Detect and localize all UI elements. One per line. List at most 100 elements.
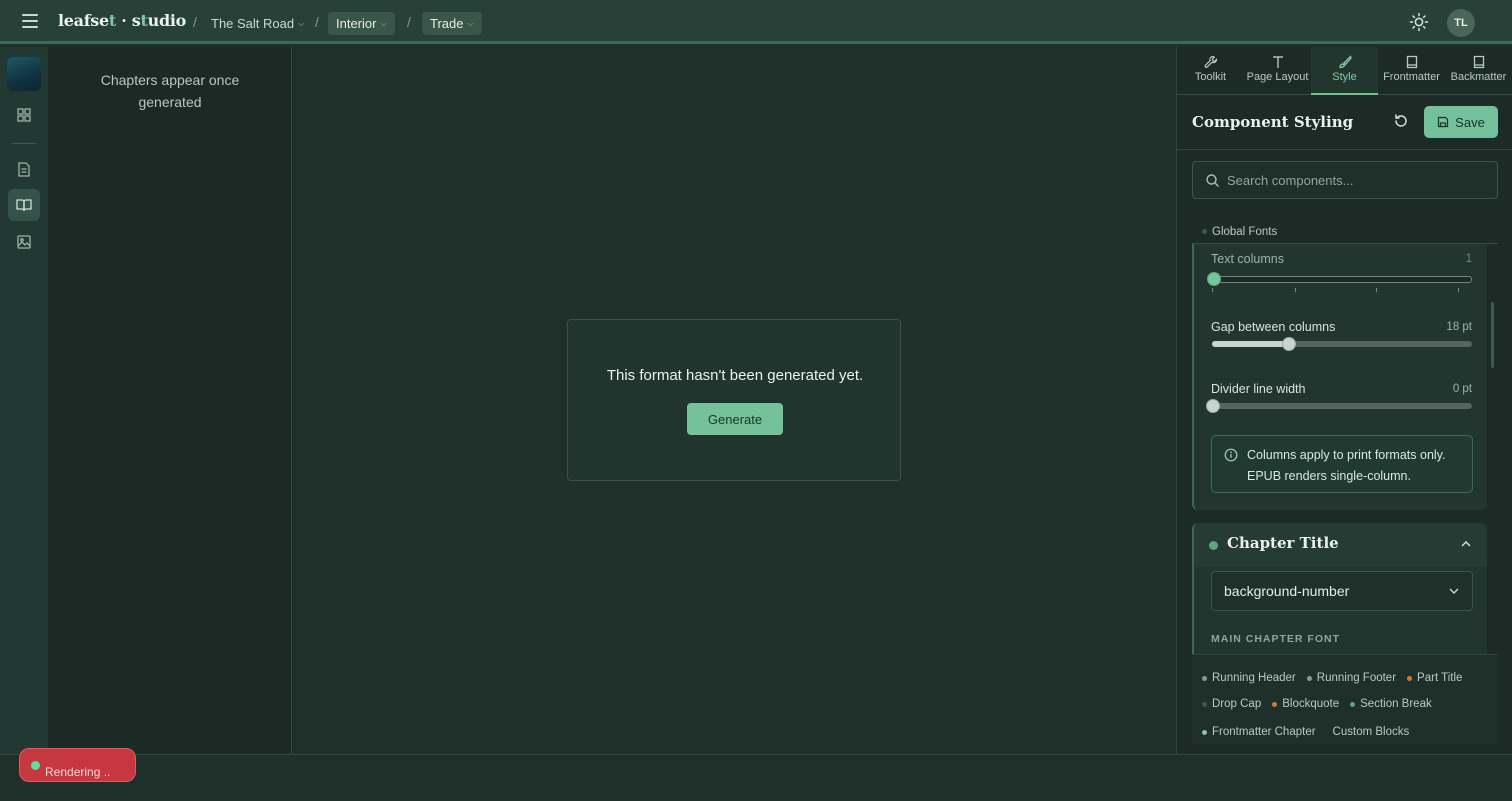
chip-label: Running Footer [1316, 672, 1397, 684]
chip-part-title[interactable]: Part Title [1407, 672, 1462, 684]
save-button[interactable]: Save [1424, 106, 1498, 138]
dashboard-icon[interactable] [8, 99, 40, 131]
tab-toolkit[interactable]: Toolkit [1177, 47, 1244, 95]
chip-label: Part Title [1417, 672, 1463, 684]
book-cover-thumbnail[interactable] [7, 57, 41, 91]
slider-tick [1376, 288, 1377, 292]
generate-button[interactable]: Generate [687, 403, 783, 435]
chip-drop-cap[interactable]: Drop Cap [1202, 698, 1261, 710]
chip-label: Blockquote [1282, 698, 1340, 710]
breadcrumb-separator: / [315, 14, 319, 30]
breadcrumb-project[interactable]: The Salt Road ⌵ [203, 12, 312, 35]
logo-text-dot: · s [116, 11, 141, 30]
slider-fill [1212, 341, 1290, 347]
slider-tick [1295, 288, 1296, 292]
rail-divider [12, 143, 36, 144]
tab-page-layout[interactable]: Page Layout [1244, 47, 1311, 95]
tab-style[interactable]: Style [1311, 47, 1378, 95]
reset-icon[interactable] [1392, 112, 1410, 130]
chip-label: Frontmatter Chapter [1212, 726, 1316, 738]
document-icon[interactable] [8, 153, 40, 185]
logo-text: leafse [58, 11, 109, 30]
chevron-down-icon: ⌵ [298, 18, 305, 28]
chip-running-footer[interactable]: Running Footer [1306, 672, 1397, 684]
chevron-up-icon[interactable] [1460, 538, 1472, 550]
status-dot-icon [1202, 229, 1207, 234]
chapter-title-section: Chapter Title background-number MAIN CHA… [1192, 523, 1487, 654]
global-fonts-chip: Global Fonts [1202, 226, 1277, 238]
divider-value: 0 pt [1452, 383, 1472, 395]
slider-handle[interactable] [1207, 272, 1221, 286]
chip-label: Running Header [1212, 672, 1296, 684]
brush-icon [1338, 55, 1352, 69]
type-icon [1272, 56, 1283, 68]
tab-frontmatter[interactable]: Frontmatter [1378, 47, 1445, 95]
info-callout: Columns apply to print formats only. EPU… [1211, 435, 1473, 493]
tab-backmatter-label: Backmatter [1450, 71, 1507, 83]
gap-slider[interactable] [1212, 337, 1472, 351]
search-icon [1206, 174, 1219, 187]
main-chapter-font-heading: MAIN CHAPTER FONT [1211, 633, 1340, 645]
panel-header: Component Styling Save [1177, 95, 1512, 150]
chip-custom-blocks[interactable]: Custom Blocks [1333, 726, 1410, 738]
breadcrumb-separator: / [193, 14, 197, 30]
save-icon [1438, 116, 1449, 128]
global-fonts-row[interactable]: Global Fonts [1192, 214, 1498, 244]
chevron-down-icon: ⌵ [380, 18, 387, 28]
slider-tick [1458, 288, 1459, 292]
chip-section-break[interactable]: Section Break [1350, 698, 1432, 710]
tab-frontmatter-label: Frontmatter [1383, 71, 1440, 83]
tab-backmatter[interactable]: Backmatter [1445, 47, 1512, 95]
top-bar: leafset · studio / The Salt Road ⌵ / Int… [0, 0, 1512, 44]
search-input[interactable] [1227, 162, 1487, 198]
rendering-status-badge[interactable]: Rendering .. [19, 748, 136, 782]
chapter-title-header[interactable]: Chapter Title [1194, 523, 1487, 567]
info-icon [1224, 448, 1238, 462]
status-dot-icon [1306, 675, 1312, 681]
logo-text-end: udio [147, 11, 187, 30]
status-bar [0, 754, 1512, 801]
chapters-pane: Chapters appear once generated [48, 47, 292, 754]
breadcrumb-trim[interactable]: Trade ⌵ [422, 12, 482, 35]
breadcrumb-separator: / [407, 14, 411, 30]
menu-icon[interactable] [22, 14, 38, 28]
divider-label: Divider line width [1211, 382, 1306, 396]
image-icon[interactable] [8, 226, 40, 258]
chip-frontmatter-chapter[interactable]: Frontmatter Chapter [1202, 726, 1316, 738]
text-columns-label: Text columns [1211, 252, 1284, 266]
status-dot-icon [1202, 701, 1207, 707]
book-icon [1406, 55, 1417, 69]
status-dot-icon [1350, 701, 1356, 707]
chapters-empty-text: Chapters appear once generated [100, 72, 240, 110]
chevron-down-icon [1449, 588, 1459, 594]
divider-slider[interactable] [1206, 399, 1472, 413]
logo-accent: t [108, 11, 116, 30]
chevron-down-icon: ⌵ [467, 18, 474, 28]
book-icon [1473, 55, 1484, 69]
app-logo[interactable]: leafset · studio [58, 11, 186, 30]
slider-handle[interactable] [1206, 399, 1220, 413]
breadcrumb-format-label: Interior [336, 16, 377, 31]
chip-running-header[interactable]: Running Header [1202, 672, 1296, 684]
slider-handle[interactable] [1282, 337, 1296, 351]
panel-scrollbar[interactable] [1491, 302, 1494, 368]
status-dot-icon [1407, 675, 1413, 681]
columns-section: Text columns 1 Gap between columns 18 pt… [1192, 244, 1487, 510]
wrench-icon [1204, 55, 1217, 68]
breadcrumb-trim-label: Trade [430, 16, 464, 31]
status-dot-icon [1202, 729, 1207, 735]
chapter-style-select[interactable]: background-number [1211, 571, 1473, 611]
sun-icon[interactable] [1409, 12, 1429, 32]
chip-blockquote[interactable]: Blockquote [1272, 698, 1339, 710]
logo-accent-2: t [140, 11, 148, 30]
open-book-icon[interactable] [8, 189, 40, 221]
breadcrumb-format[interactable]: Interior ⌵ [328, 12, 395, 35]
info-text: Columns apply to print formats only. EPU… [1247, 448, 1446, 483]
panel-title: Component Styling [1192, 113, 1354, 131]
text-columns-slider[interactable] [1207, 272, 1472, 286]
avatar[interactable]: TL [1447, 9, 1475, 37]
empty-state-card: This format hasn't been generated yet. G… [567, 319, 901, 481]
chip-label: Drop Cap [1212, 698, 1262, 710]
status-dot-icon [31, 761, 40, 770]
preview-canvas: This format hasn't been generated yet. G… [292, 47, 1176, 754]
